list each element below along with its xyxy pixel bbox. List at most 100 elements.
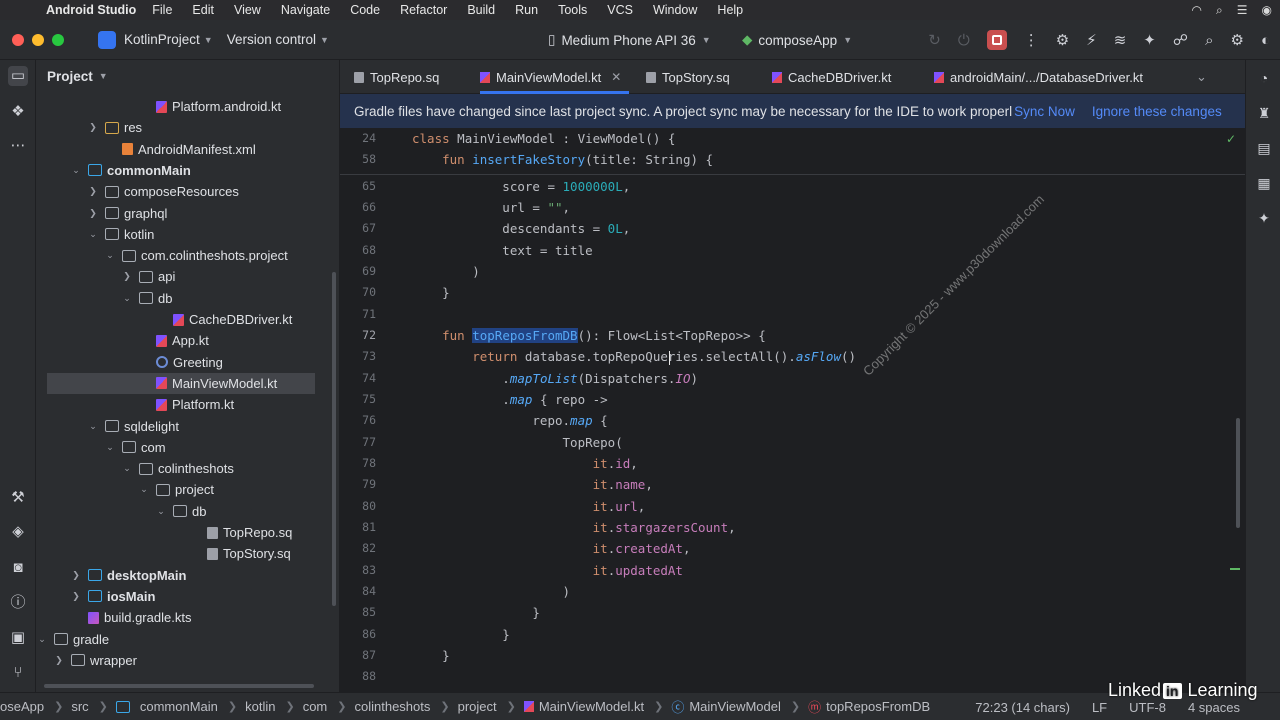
tree-item-folder-composeresources[interactable]: ❯ composeResources	[36, 181, 339, 202]
run-config-selector[interactable]: ◆ composeApp ▼	[742, 20, 852, 60]
breadcrumb-item[interactable]: commonMain	[115, 699, 218, 714]
notifications-bell-icon[interactable]: ◔	[1254, 68, 1274, 88]
stop-button[interactable]	[986, 30, 1007, 50]
editor-scrollbar[interactable]	[1236, 418, 1240, 528]
tree-item-file-mainviewmodel-kt[interactable]: MainViewModel.kt	[47, 372, 315, 394]
breadcrumb-item[interactable]: colintheshots	[354, 699, 430, 714]
project-panel-header[interactable]: Project ▼	[36, 60, 339, 92]
tree-item-folder-iosmain[interactable]: ❯ iosMain	[36, 586, 339, 607]
file-encoding[interactable]: UTF-8	[1129, 700, 1166, 715]
rerun-icon[interactable]: ↻	[928, 31, 941, 49]
tree-item-folder-db[interactable]: ⌄ db	[36, 501, 339, 522]
sync-gradle-icon[interactable]: ≋	[1114, 31, 1127, 49]
collapse-chevron-icon[interactable]: ⌄	[104, 250, 116, 261]
zoom-window-button[interactable]	[52, 33, 64, 46]
expand-chevron-icon[interactable]: ❯	[70, 570, 82, 581]
collapse-chevron-icon[interactable]: ⌄	[138, 484, 150, 495]
menu-run[interactable]: Run	[515, 3, 538, 17]
tree-item-folder-kotlin[interactable]: ⌄ kotlin	[36, 224, 339, 245]
tab-mainviewmodel-kt[interactable]: MainViewModel.kt ✕	[480, 60, 630, 94]
tree-item-folder-commonmain[interactable]: ⌄ commonMain	[36, 160, 339, 181]
app-quality-icon[interactable]: ◈	[8, 522, 28, 542]
menu-build[interactable]: Build	[467, 3, 495, 17]
tab-databasedriver-kt[interactable]: androidMain/.../DatabaseDriver.kt	[934, 60, 1143, 94]
code-with-me-icon[interactable]: ☍	[1173, 31, 1188, 49]
menu-edit[interactable]: Edit	[192, 3, 214, 17]
siri-icon[interactable]: ◉	[1262, 3, 1272, 17]
tree-item-file-androidmanifest-xml[interactable]: AndroidManifest.xml	[36, 139, 339, 160]
menu-tools[interactable]: Tools	[558, 3, 587, 17]
tree-item-folder-res[interactable]: ❯ res	[36, 117, 339, 138]
expand-chevron-icon[interactable]: ❯	[87, 186, 99, 197]
sync-now-link[interactable]: Sync Now	[1014, 104, 1075, 119]
close-window-button[interactable]	[12, 33, 24, 46]
tree-item-folder-wrapper[interactable]: ❯ wrapper	[36, 650, 339, 671]
menu-code[interactable]: Code	[350, 3, 380, 17]
collapse-chevron-icon[interactable]: ⌄	[104, 442, 116, 453]
project-horizontal-scrollbar[interactable]	[44, 684, 314, 688]
menu-view[interactable]: View	[234, 3, 261, 17]
tree-item-folder-gradle[interactable]: ⌄ gradle	[36, 629, 339, 650]
collapse-chevron-icon[interactable]: ⌄	[70, 165, 82, 176]
menu-help[interactable]: Help	[717, 3, 743, 17]
menu-navigate[interactable]: Navigate	[281, 3, 330, 17]
project-selector[interactable]: KotlinProject ▼	[124, 32, 213, 47]
expand-chevron-icon[interactable]: ❯	[87, 122, 99, 133]
tree-item-folder-com[interactable]: ⌄ com	[36, 437, 339, 458]
app-menu[interactable]: Android Studio	[46, 3, 136, 17]
menu-vcs[interactable]: VCS	[607, 3, 633, 17]
code-editor[interactable]: 24 class MainViewModel : ViewModel() { 5…	[340, 128, 1245, 692]
tab-cachedbdriver-kt[interactable]: CacheDBDriver.kt	[772, 60, 891, 94]
close-tab-icon[interactable]: ✕	[611, 70, 621, 84]
tree-item-folder-graphql[interactable]: ❯ graphql	[36, 203, 339, 224]
device-mirroring-icon[interactable]: ▤	[1254, 138, 1274, 158]
tree-item-package-api[interactable]: ❯ api	[36, 266, 339, 287]
expand-chevron-icon[interactable]: ❯	[53, 655, 65, 666]
collapse-chevron-icon[interactable]: ⌄	[121, 463, 133, 474]
tree-item-file-cachedbdriver-kt[interactable]: CacheDBDriver.kt	[36, 309, 339, 330]
caret-position[interactable]: 72:23 (14 chars)	[975, 700, 1070, 715]
menu-window[interactable]: Window	[653, 3, 697, 17]
logcat-icon[interactable]: ◙	[8, 558, 28, 578]
account-icon[interactable]: ◐	[1261, 32, 1270, 49]
project-folder-icon[interactable]: ▭	[8, 66, 28, 86]
tree-item-package-db[interactable]: ⌄ db	[36, 288, 339, 309]
tree-item-folder-sqldelight[interactable]: ⌄ sqldelight	[36, 416, 339, 437]
tab-topstory-sq[interactable]: TopStory.sq	[646, 60, 730, 94]
git-icon[interactable]: ⑂	[8, 663, 28, 683]
gradle-elephant-icon[interactable]: ♜	[1254, 103, 1274, 123]
breadcrumb-item[interactable]: project	[458, 699, 497, 714]
build-hammer-icon[interactable]: ⚒	[8, 488, 28, 508]
minimize-window-button[interactable]	[32, 33, 44, 46]
tree-item-folder-desktopmain[interactable]: ❯ desktopMain	[36, 565, 339, 586]
profiler-icon[interactable]: ⚡	[1086, 31, 1097, 49]
running-devices-icon[interactable]: ▦	[1254, 173, 1274, 193]
problems-icon[interactable]: ⓘ	[8, 593, 28, 613]
tree-item-file-platform-kt[interactable]: Platform.kt	[36, 394, 339, 415]
gemini-icon[interactable]: ✦	[1254, 208, 1274, 228]
line-separator[interactable]: LF	[1092, 700, 1107, 715]
ignore-changes-link[interactable]: Ignore these changes	[1092, 104, 1222, 119]
expand-chevron-icon[interactable]: ❯	[87, 208, 99, 219]
breadcrumb-item[interactable]: oseApp	[0, 699, 44, 714]
expand-chevron-icon[interactable]: ❯	[70, 591, 82, 602]
tree-item-package-com-colintheshots-project[interactable]: ⌄ com.colintheshots.project	[36, 245, 339, 266]
tree-item-file-build-gradle-kts[interactable]: build.gradle.kts	[36, 607, 339, 628]
breadcrumb-item[interactable]: kotlin	[245, 699, 275, 714]
breadcrumb-item[interactable]: com	[303, 699, 328, 714]
collapse-chevron-icon[interactable]: ⌄	[121, 293, 133, 304]
wifi-icon[interactable]: ◠	[1192, 3, 1202, 17]
breadcrumb-item[interactable]: ⓜ topReposFromDB	[808, 697, 930, 716]
more-actions-icon[interactable]: ⋮	[1024, 31, 1039, 49]
menu-refactor[interactable]: Refactor	[400, 3, 447, 17]
tree-item-file-topstory-sq[interactable]: TopStory.sq	[36, 543, 339, 564]
breadcrumb-item[interactable]: MainViewModel.kt	[523, 699, 644, 714]
settings-gear-icon[interactable]: ⚙	[1230, 31, 1243, 49]
debug-disabled-icon[interactable]: ⏻	[958, 32, 970, 49]
breadcrumb-item[interactable]: ⓒ MainViewModel	[671, 697, 781, 716]
menu-file[interactable]: File	[152, 3, 172, 17]
expand-chevron-icon[interactable]: ❯	[121, 271, 133, 282]
tree-item-folder-project[interactable]: ⌄ project	[36, 479, 339, 500]
more-tools-icon[interactable]: ⋯	[8, 136, 28, 156]
tab-toprepo-sq[interactable]: TopRepo.sq	[354, 60, 439, 94]
